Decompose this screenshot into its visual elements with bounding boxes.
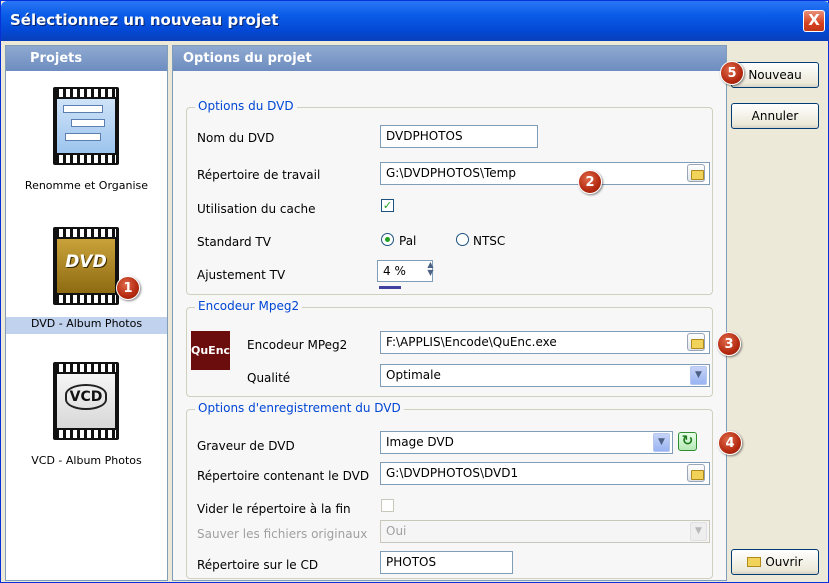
- new-button[interactable]: Nouveau: [731, 62, 819, 88]
- quenc-logo: QuEnc: [191, 331, 230, 370]
- cancel-button-label: Annuler: [751, 109, 799, 123]
- quality-label: Qualité: [247, 371, 291, 385]
- projects-panel: Projets Renomme et Organise DVD 1 DVD - …: [5, 45, 168, 581]
- radio-ntsc-label: NTSC: [473, 234, 506, 248]
- film-folder-icon: [53, 87, 119, 165]
- actions-panel: Nouveau 5 Annuler Ouvrir: [720, 45, 826, 581]
- chevron-down-icon[interactable]: ▼: [690, 522, 707, 541]
- dvd-video-icon: DVD: [53, 227, 119, 305]
- working-dir-label: Répertoire de travail: [197, 168, 321, 182]
- standard-tv-label: Standard TV: [197, 235, 271, 249]
- window-title: Sélectionnez un nouveau projet: [10, 11, 279, 29]
- project-options-panel: Options du projet Options du DVD Nom du …: [172, 45, 742, 581]
- dvd-options-legend: Options du DVD: [195, 99, 297, 113]
- project-label-dvd: DVD - Album Photos: [6, 317, 167, 334]
- project-item-vcd[interactable]: VCD VCD - Album Photos: [6, 356, 167, 476]
- cancel-button[interactable]: Annuler: [731, 103, 819, 129]
- tv-adjust-label: Ajustement TV: [197, 268, 286, 282]
- project-dialog: Sélectionnez un nouveau projet X Projets…: [0, 0, 829, 583]
- project-item-renomme[interactable]: Renomme et Organise: [6, 81, 167, 201]
- browse-dvd-dir-icon[interactable]: [687, 464, 705, 482]
- recording-legend: Options d'enregistrement du DVD: [195, 401, 404, 415]
- radio-pal[interactable]: [381, 233, 394, 246]
- title-bar[interactable]: Sélectionnez un nouveau projet X: [1, 1, 829, 41]
- dvd-dir-field[interactable]: G:\DVDPHOTOS\DVD1: [380, 462, 710, 485]
- tv-adjust-meter: [379, 286, 401, 289]
- chevron-down-icon[interactable]: ▼: [690, 366, 707, 385]
- project-label-renomme: Renomme et Organise: [24, 179, 149, 192]
- browse-encoder-icon[interactable]: [687, 333, 705, 351]
- cache-label: Utilisation du cache: [197, 202, 316, 216]
- dvd-name-field[interactable]: DVDPHOTOS: [380, 125, 538, 148]
- refresh-icon[interactable]: ↻: [678, 432, 697, 451]
- annotation-badge-1: 1: [116, 276, 140, 300]
- vcd-icon: VCD: [53, 362, 119, 440]
- open-button-label: Ouvrir: [765, 555, 803, 569]
- radio-pal-label: Pal: [399, 234, 417, 248]
- open-button[interactable]: Ouvrir: [731, 549, 819, 575]
- encoder-path-field[interactable]: F:\APPLIS\Encode\QuEnc.exe: [380, 331, 710, 354]
- empty-dir-checkbox[interactable]: [381, 499, 394, 512]
- chevron-down-icon[interactable]: ▼: [653, 433, 670, 452]
- tv-adjust-value: 4 %: [383, 264, 406, 278]
- quality-select[interactable]: Optimale: [380, 364, 710, 387]
- project-item-dvd[interactable]: DVD 1 DVD - Album Photos: [6, 221, 167, 341]
- open-folder-icon: [747, 557, 762, 567]
- annotation-badge-5: 5: [720, 61, 744, 85]
- burner-label: Graveur de DVD: [197, 439, 295, 453]
- projects-header: Projets: [6, 46, 167, 71]
- annotation-badge-2: 2: [578, 170, 602, 194]
- cd-dir-field[interactable]: PHOTOS: [380, 551, 513, 574]
- radio-ntsc[interactable]: [456, 233, 469, 246]
- empty-dir-label: Vider le répertoire à la fin: [197, 502, 351, 516]
- working-dir-field[interactable]: G:\DVDPHOTOS\Temp: [380, 162, 710, 185]
- options-header: Options du projet: [173, 46, 726, 71]
- burner-select[interactable]: Image DVD: [380, 431, 673, 454]
- dvd-name-label: Nom du DVD: [197, 131, 275, 145]
- cd-dir-label: Répertoire sur le CD: [197, 558, 319, 572]
- save-originals-select[interactable]: Oui: [380, 520, 710, 543]
- cache-checkbox[interactable]: ✓: [381, 199, 394, 212]
- save-originals-label: Sauver les fichiers originaux: [197, 527, 368, 541]
- dvd-dir-label: Répertoire contenant le DVD: [197, 469, 370, 483]
- encoder-label: Encodeur MPeg2: [247, 338, 348, 352]
- browse-folder-icon[interactable]: [687, 164, 705, 182]
- project-label-vcd: VCD - Album Photos: [31, 454, 142, 467]
- new-button-label: Nouveau: [748, 68, 802, 82]
- encoder-legend: Encodeur Mpeg2: [195, 299, 303, 313]
- close-button[interactable]: X: [803, 10, 825, 32]
- spinner-arrows-icon[interactable]: ▲ ▼: [423, 261, 438, 279]
